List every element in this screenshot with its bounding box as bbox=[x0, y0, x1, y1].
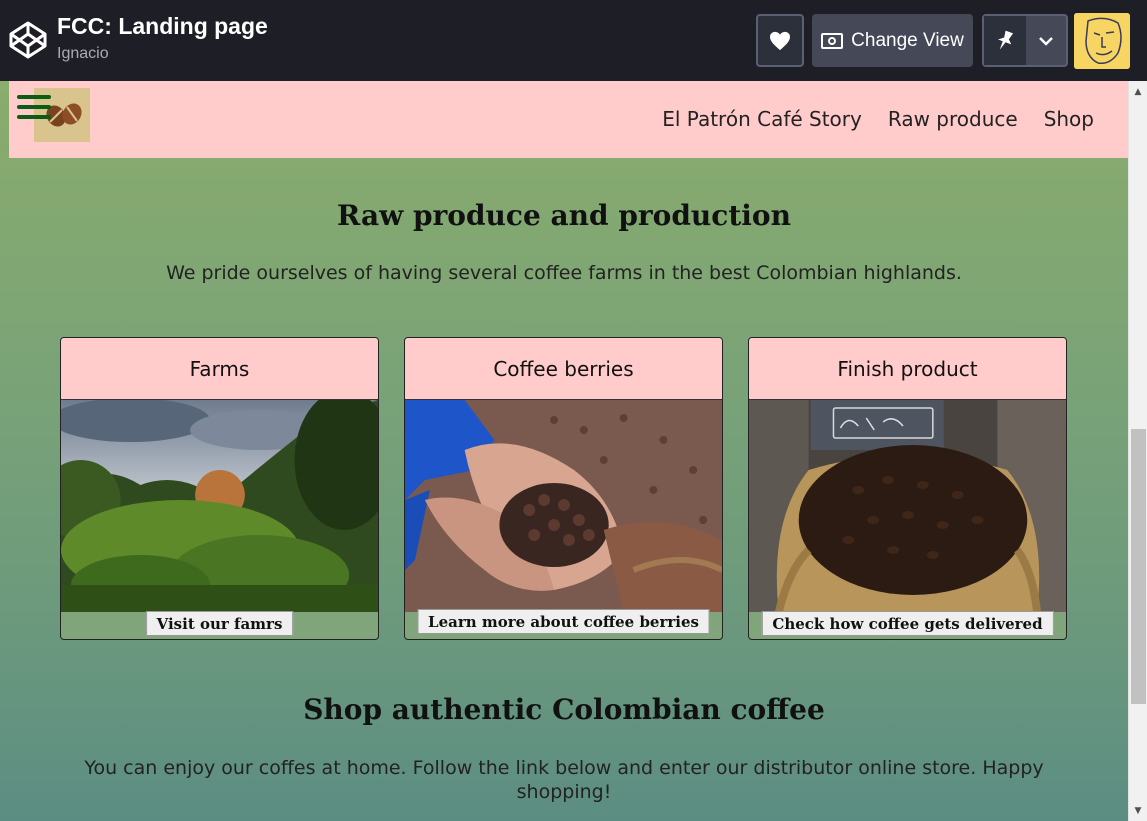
shop-title: Shop authentic Colombian coffee bbox=[303, 693, 825, 726]
pin-button[interactable] bbox=[984, 16, 1026, 65]
check-delivery-button[interactable]: Check how coffee gets delivered bbox=[761, 611, 1054, 636]
card-title: Farms bbox=[61, 338, 378, 400]
nav-link-shop[interactable]: Shop bbox=[1044, 107, 1094, 131]
preview-frame: El Patrón Café Story Raw produce Shop Ra… bbox=[0, 81, 1147, 821]
codepen-logo-icon[interactable] bbox=[8, 20, 48, 60]
chevron-down-icon bbox=[1039, 36, 1053, 46]
scroll-up-arrow-icon[interactable]: ▲ bbox=[1129, 83, 1147, 100]
codepen-header: FCC: Landing page Ignacio Change View bbox=[0, 0, 1147, 81]
heart-icon bbox=[770, 31, 790, 50]
farm-landscape-image bbox=[61, 400, 378, 612]
pin-dropdown-button[interactable] bbox=[1026, 16, 1066, 65]
scrollbar-thumb[interactable] bbox=[1131, 429, 1146, 704]
scroll-down-arrow-icon[interactable]: ▼ bbox=[1129, 802, 1147, 819]
hamburger-menu-icon[interactable] bbox=[17, 95, 51, 123]
visit-farms-button[interactable]: Visit our famrs bbox=[145, 611, 294, 636]
nav-link-raw-produce[interactable]: Raw produce bbox=[888, 107, 1018, 131]
pin-button-group bbox=[982, 14, 1068, 67]
shop-text: You can enjoy our coffes at home. Follow… bbox=[84, 757, 1044, 803]
change-view-label: Change View bbox=[851, 29, 964, 51]
eye-icon bbox=[821, 32, 844, 49]
pen-title[interactable]: FCC: Landing page bbox=[57, 13, 268, 40]
card-farms: Farms Visit our famrs bbox=[60, 337, 379, 640]
pin-icon bbox=[998, 30, 1014, 50]
page-scrollbar[interactable]: ▲ ▼ bbox=[1128, 81, 1147, 821]
love-button[interactable] bbox=[756, 14, 804, 67]
site-navbar: El Patrón Café Story Raw produce Shop bbox=[9, 81, 1128, 158]
card-title: Finish product bbox=[749, 338, 1066, 400]
raw-produce-text: We pride ourselves of having several cof… bbox=[166, 262, 962, 284]
learn-berries-button[interactable]: Learn more about coffee berries bbox=[417, 609, 710, 634]
roasted-beans-sack-image bbox=[749, 400, 1066, 612]
user-avatar[interactable] bbox=[1074, 13, 1130, 69]
nav-link-story[interactable]: El Patrón Café Story bbox=[662, 107, 862, 131]
card-coffee-berries: Coffee berries Learn more about coffee b… bbox=[404, 337, 723, 640]
coffee-berries-hands-image bbox=[405, 400, 722, 612]
change-view-button[interactable]: Change View bbox=[812, 14, 973, 67]
card-finish-product: Finish product Check how coffee gets del… bbox=[748, 337, 1067, 640]
nav-links: El Patrón Café Story Raw produce Shop bbox=[662, 107, 1094, 131]
card-title: Coffee berries bbox=[405, 338, 722, 400]
raw-produce-title: Raw produce and production bbox=[337, 199, 791, 232]
pen-author[interactable]: Ignacio bbox=[57, 45, 109, 63]
